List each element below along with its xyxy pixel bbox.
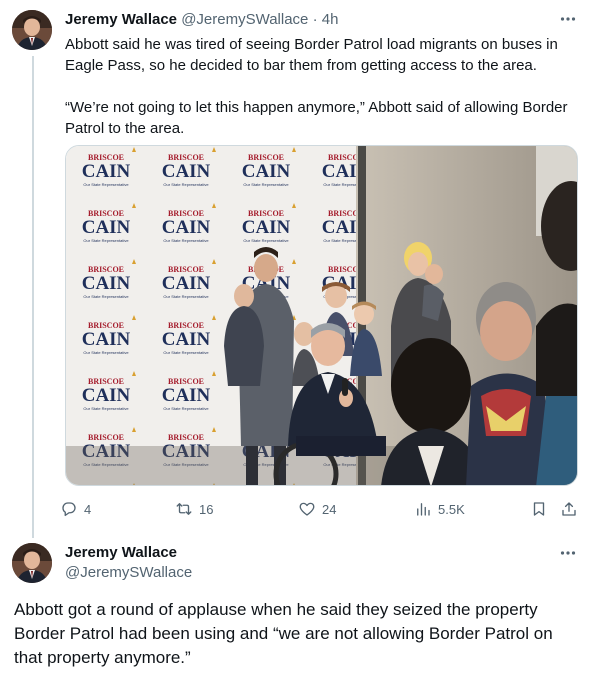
tweet-header: Jeremy Wallace @JeremySWallace · 4h: [65, 10, 338, 30]
reply-button[interactable]: 4: [60, 498, 91, 520]
thread-connector-line: [32, 56, 34, 538]
share-upload-icon: [562, 502, 576, 516]
tweet-body: Abbott said he was tired of seeing Borde…: [65, 34, 580, 139]
author-handle[interactable]: @JeremySWallace: [65, 564, 192, 581]
author-avatar[interactable]: [12, 10, 52, 50]
analytics-bar-icon: [417, 503, 430, 516]
like-button[interactable]: 24: [298, 498, 336, 520]
tweet-paragraph-2: “We’re not going to let this happen anym…: [65, 99, 568, 137]
event-photo: BRISCOE CAIN Our State Representative: [66, 146, 577, 485]
more-dots-icon: [560, 551, 576, 555]
bookmark-icon: [533, 502, 545, 516]
like-count: 24: [322, 501, 337, 517]
tweet-paragraph-1: Abbott said he was tired of seeing Borde…: [65, 36, 558, 74]
reply-count: 4: [84, 501, 92, 517]
more-dots-icon: [560, 17, 576, 21]
views-button[interactable]: 5.5K: [414, 498, 465, 520]
more-options-button[interactable]: [559, 544, 577, 567]
bookmark-button[interactable]: [530, 498, 548, 520]
author-name[interactable]: Jeremy Wallace: [65, 544, 177, 561]
author-name[interactable]: Jeremy Wallace: [65, 11, 177, 28]
author-avatar[interactable]: [12, 543, 52, 583]
author-handle[interactable]: @JeremySWallace: [181, 11, 308, 28]
header-separator: ·: [312, 11, 318, 28]
views-count: 5.5K: [438, 501, 465, 517]
tweet-timestamp[interactable]: 4h: [322, 11, 339, 28]
reply-icon: [62, 502, 76, 517]
retweet-icon: [176, 503, 192, 515]
heart-icon: [299, 502, 315, 516]
tweet-action-bar: 4 16 24 5.5K: [60, 498, 585, 520]
more-options-button[interactable]: [559, 10, 577, 33]
retweet-count: 16: [199, 501, 214, 517]
share-button[interactable]: [560, 498, 578, 520]
tweet-photo[interactable]: BRISCOE CAIN Our State Representative: [65, 145, 578, 486]
retweet-button[interactable]: 16: [175, 498, 213, 520]
tweet-body: Abbott got a round of applause when he s…: [14, 600, 553, 667]
